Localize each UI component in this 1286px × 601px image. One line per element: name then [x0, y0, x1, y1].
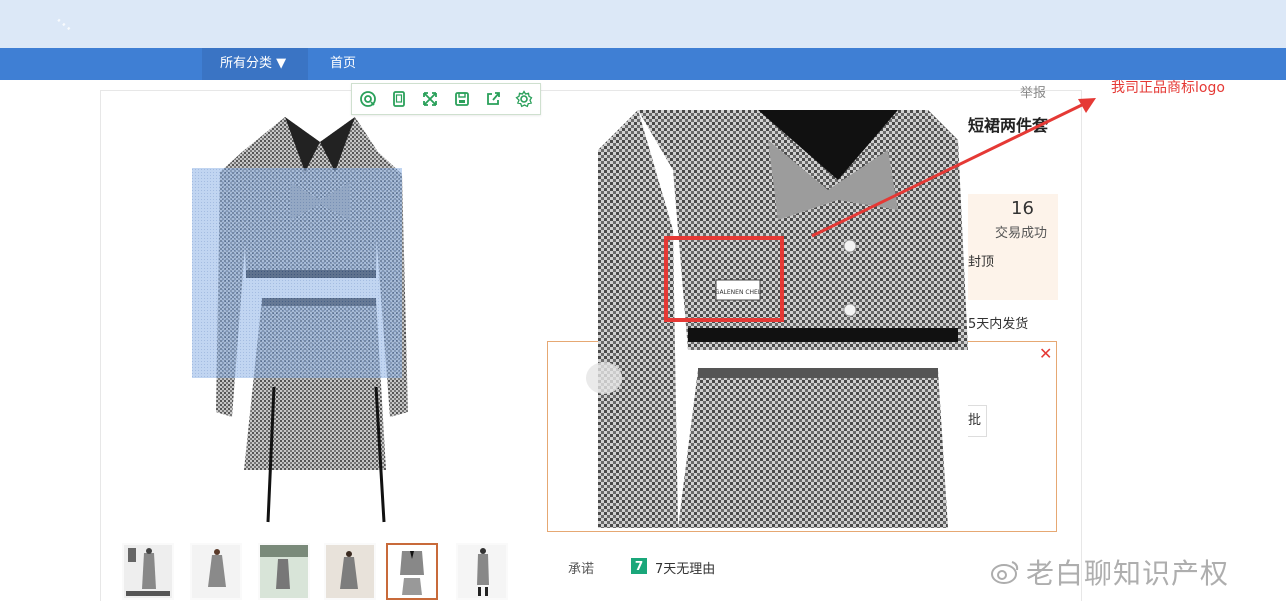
thumbnail-4[interactable] [324, 543, 376, 600]
label-tag-text: GALENEN CHEL [715, 289, 762, 296]
seven-day-return-text: 7天无理由 [655, 562, 716, 577]
thumbnail-6[interactable] [456, 543, 508, 600]
settings-icon[interactable] [513, 88, 535, 110]
copy-icon[interactable] [388, 88, 410, 110]
annotation-label: 我司正品商标logo [1111, 80, 1225, 96]
report-link[interactable]: 举报 [1020, 82, 1046, 101]
expand-icon[interactable] [419, 88, 441, 110]
price-cap-fragment: 封顶 [968, 255, 995, 270]
thumbnail-5-selected[interactable] [386, 543, 438, 600]
shipping-info: 5天内发货 [968, 317, 1029, 332]
image-toolbar [351, 83, 541, 115]
watermark-bottom-right: 老白聊知识产权 [990, 552, 1229, 592]
zoomed-product-image: GALENEN CHEL [598, 110, 968, 528]
nav-all-categories[interactable]: 所有分类 ▼ [202, 48, 308, 80]
navbar: 所有分类 ▼ 首页 [0, 48, 1286, 80]
promise-label: 承诺 [568, 562, 595, 577]
batch-button-fragment[interactable]: 批 [968, 405, 987, 437]
share-icon[interactable] [482, 88, 504, 110]
watermark-center [586, 362, 622, 394]
thumbnail-1[interactable] [122, 543, 174, 600]
watermark-text: 老白聊知识产权 [1026, 557, 1230, 590]
transactions-label: 交易成功 [995, 226, 1048, 241]
main-product-image[interactable] [180, 112, 460, 532]
seven-day-badge-icon: 7 [631, 558, 647, 574]
close-icon[interactable]: ✕ [1039, 344, 1052, 363]
product-title-fragment: 短裙两件套 [968, 116, 1049, 135]
weibo-icon [991, 561, 1019, 584]
save-icon[interactable] [451, 88, 473, 110]
transactions-count: 16 [1011, 198, 1034, 219]
thumbnail-3[interactable] [258, 543, 310, 600]
nav-home[interactable]: 首页 [330, 48, 356, 80]
top-band [0, 0, 1286, 48]
search-icon[interactable] [357, 88, 379, 110]
thumbnail-2[interactable] [190, 543, 242, 600]
